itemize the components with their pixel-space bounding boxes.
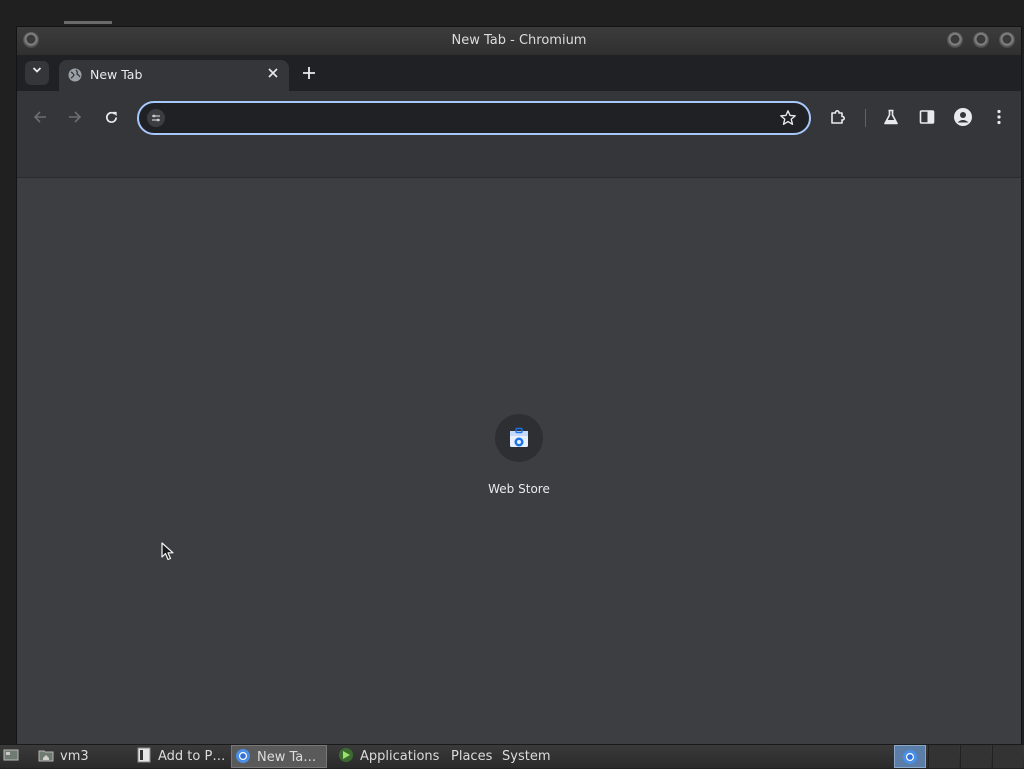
maximize-button[interactable] — [973, 32, 989, 48]
arrow-right-icon — [69, 111, 82, 123]
chromium-icon — [236, 749, 250, 763]
bookmarks-bar — [17, 143, 1021, 178]
close-window-button[interactable] — [999, 32, 1015, 48]
desktop-icon — [3, 749, 19, 761]
folder-home-icon — [38, 750, 54, 762]
system-menu-label: System — [502, 749, 551, 764]
plus-icon — [303, 67, 315, 79]
workspace-2[interactable] — [928, 745, 959, 768]
desktop-window-edge — [64, 21, 112, 24]
tab-strip: New Tab — [17, 55, 1021, 91]
new-tab-button[interactable] — [298, 63, 320, 85]
site-info-button[interactable] — [147, 109, 165, 127]
kebab-menu-icon — [997, 109, 1001, 125]
address-bar[interactable] — [137, 101, 811, 135]
puzzle-icon — [831, 110, 845, 124]
reload-icon — [105, 111, 117, 123]
side-panel-button[interactable] — [915, 105, 939, 129]
show-desktop-button[interactable] — [3, 745, 25, 768]
system-menu[interactable]: System — [502, 745, 550, 768]
chromium-window: New Tab - Chromium New Tab Web Store — [16, 26, 1022, 744]
workspace-3[interactable] — [960, 745, 991, 768]
tab-title: New Tab — [90, 67, 143, 82]
flask-icon — [884, 109, 898, 125]
window-menu-button[interactable] — [23, 32, 39, 48]
workspace-4[interactable] — [992, 745, 1023, 768]
taskbar-item-add-to-p[interactable]: Add to P… — [136, 745, 228, 768]
toolbar-separator — [865, 109, 866, 127]
new-tab-page: Web Store — [17, 178, 1021, 744]
workspace-switcher[interactable] — [894, 745, 926, 768]
arrow-left-icon — [33, 111, 46, 123]
taskbar: vm3 Add to P… New Ta… Applications Place… — [0, 744, 1024, 768]
reload-button[interactable] — [99, 105, 123, 129]
browser-toolbar — [17, 91, 1021, 143]
taskbar-item-new-tab[interactable]: New Ta… — [231, 745, 327, 768]
forward-button[interactable] — [63, 105, 87, 129]
browser-menu-button[interactable] — [987, 105, 1011, 129]
window-title: New Tab - Chromium — [451, 33, 587, 48]
profile-button[interactable] — [951, 105, 975, 129]
close-icon — [268, 68, 278, 78]
taskbar-item-label: New Ta… — [257, 750, 317, 765]
side-panel-icon — [919, 110, 935, 124]
places-menu[interactable]: Places — [451, 745, 492, 768]
chromium-icon — [903, 750, 917, 764]
bookmark-star-icon[interactable] — [779, 109, 797, 127]
web-store-icon — [510, 427, 528, 447]
applications-menu[interactable]: Applications — [338, 745, 439, 768]
avatar-icon — [954, 108, 972, 126]
applications-icon — [339, 748, 353, 762]
shortcut-icon-tile — [495, 414, 543, 462]
shortcut-label: Web Store — [488, 482, 550, 496]
minimize-button[interactable] — [947, 32, 963, 48]
mouse-pointer-icon — [161, 542, 174, 561]
chevron-down-icon — [32, 67, 42, 73]
taskbar-item-label: Add to P… — [158, 749, 226, 764]
extensions-button[interactable] — [826, 105, 850, 129]
back-button[interactable] — [28, 105, 52, 129]
taskbar-item-label: vm3 — [60, 749, 89, 764]
tab-close-button[interactable] — [263, 65, 283, 85]
document-icon — [137, 747, 151, 763]
labs-button[interactable] — [879, 105, 903, 129]
tab-new-tab[interactable]: New Tab — [59, 60, 289, 91]
places-menu-label: Places — [451, 749, 493, 764]
tab-search-button[interactable] — [25, 61, 49, 85]
shortcut-web-store[interactable]: Web Store — [479, 414, 559, 496]
address-input[interactable] — [169, 108, 763, 130]
window-titlebar[interactable]: New Tab - Chromium — [17, 27, 1021, 55]
applications-menu-label: Applications — [360, 749, 440, 764]
taskbar-item-vm3[interactable]: vm3 — [38, 745, 130, 768]
tune-icon — [152, 114, 160, 122]
globe-icon — [68, 68, 82, 82]
